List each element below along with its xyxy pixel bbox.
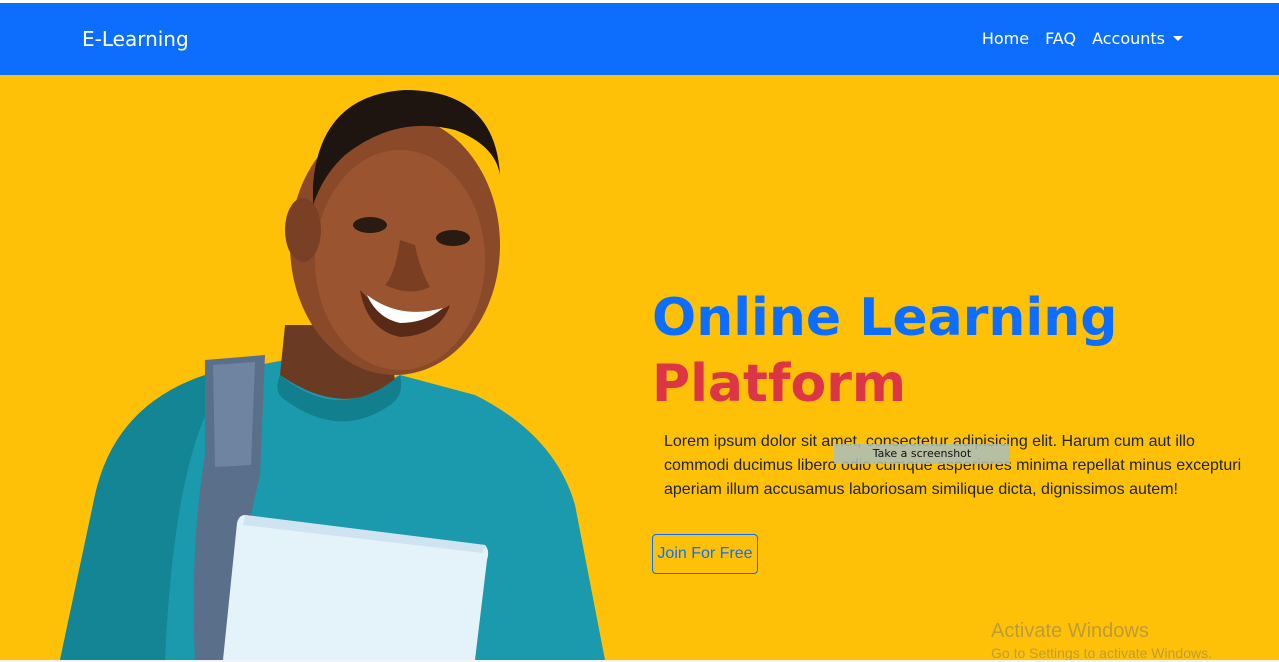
student-photo	[60, 90, 605, 660]
screenshot-tooltip: Take a screenshot	[834, 444, 1010, 464]
hero-section: Online Learning Platform Lorem ipsum dol…	[0, 75, 1279, 660]
caret-down-icon	[1173, 36, 1183, 41]
hero-description: Lorem ipsum dolor sit amet, consectetur …	[664, 433, 1242, 498]
nav-links: Home FAQ Accounts	[974, 29, 1191, 48]
nav-link-faq[interactable]: FAQ	[1037, 29, 1084, 48]
hero-title-line2: Platform	[652, 354, 907, 414]
watermark-title: Activate Windows	[991, 620, 1149, 642]
join-for-free-button[interactable]: Join For Free	[652, 534, 758, 574]
nav-link-home[interactable]: Home	[974, 29, 1037, 48]
hero-title: Online Learning Platform	[652, 285, 1118, 417]
watermark-subtitle: Go to Settings to activate Windows.	[991, 645, 1212, 660]
brand-link[interactable]: E-Learning	[82, 27, 189, 51]
nav-link-accounts-label: Accounts	[1092, 29, 1165, 48]
navbar: E-Learning Home FAQ Accounts	[0, 3, 1279, 75]
activate-windows-watermark: Activate Windows Go to Settings to activ…	[991, 619, 1212, 660]
nav-dropdown-accounts[interactable]: Accounts	[1084, 29, 1191, 48]
hero-title-line1: Online Learning	[652, 288, 1118, 348]
